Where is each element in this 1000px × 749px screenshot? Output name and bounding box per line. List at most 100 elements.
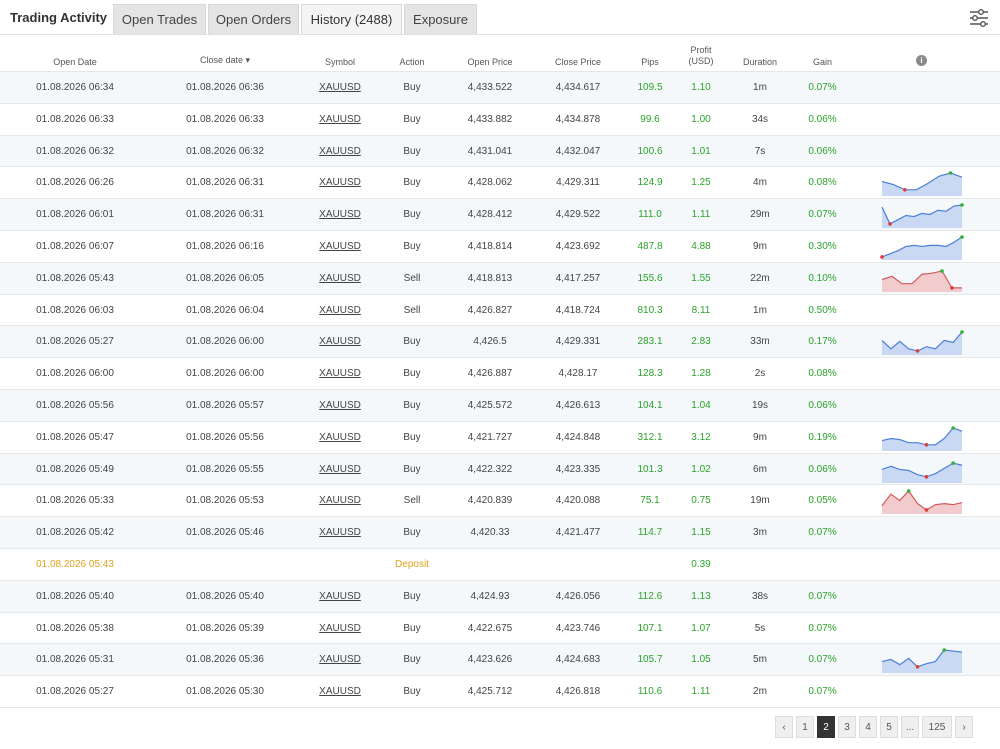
cell-gain: 0.06% xyxy=(808,113,837,125)
cell-close-price: 4,423.746 xyxy=(555,622,601,634)
cell-open-date: 01.08.2026 05:42 xyxy=(36,527,114,539)
cell-open-price: 4,421.727 xyxy=(467,431,513,443)
cell-symbol[interactable]: XAUUSD xyxy=(300,72,380,103)
cell-profit: 1.10 xyxy=(691,82,711,93)
cell-profit: 1.01 xyxy=(691,145,711,157)
cell-duration: 1m xyxy=(753,304,767,316)
cell-pips: 283.1 xyxy=(637,336,663,348)
cell-symbol[interactable]: XAUUSD xyxy=(300,485,380,516)
cell-profit: 8.11 xyxy=(691,304,711,316)
pagination: ‹ 1 2 3 4 5... 125 › xyxy=(0,716,1000,738)
cell-gain: 0.07% xyxy=(808,82,837,93)
pagination-page-button[interactable]: 3 xyxy=(838,716,856,738)
cell-action: Buy xyxy=(403,177,421,189)
cell-symbol[interactable]: XAUUSD xyxy=(300,326,380,357)
cell-action: Deposit xyxy=(395,559,429,570)
tab-open-trades[interactable]: Open Trades xyxy=(113,4,206,34)
cell-symbol[interactable]: XAUUSD xyxy=(300,358,380,389)
cell-symbol[interactable]: XAUUSD xyxy=(300,199,380,230)
tab-exposure[interactable]: Exposure xyxy=(404,4,477,34)
cell-open-price: 4,426.5 xyxy=(473,336,507,348)
sparkline-min-marker xyxy=(950,285,954,290)
cell-duration: 29m xyxy=(750,209,770,221)
cell-close-price: 4,421.477 xyxy=(555,527,601,539)
sparkline-min-marker xyxy=(903,188,907,192)
cell-pips: 75.1 xyxy=(640,495,660,507)
cell-symbol[interactable]: XAUUSD xyxy=(300,167,380,198)
cell-close-price: 4,423.692 xyxy=(555,241,601,252)
cell-open-date: 01.08.2026 05:43 xyxy=(36,559,114,570)
cell-symbol[interactable]: XAUUSD xyxy=(300,422,380,453)
tab-history[interactable]: History (2488) xyxy=(301,4,402,34)
cell-symbol[interactable]: XAUUSD xyxy=(300,613,380,644)
cell-symbol[interactable]: XAUUSD xyxy=(300,136,380,167)
trade-sparkline-chart xyxy=(881,171,963,197)
cell-gain: 0.06% xyxy=(808,145,837,157)
cell-open-price xyxy=(450,549,530,580)
cell-open-price: 4,418.814 xyxy=(467,241,513,252)
pagination-prev-button[interactable]: ‹ xyxy=(775,716,793,738)
cell-symbol[interactable]: XAUUSD xyxy=(300,295,380,326)
cell-gain xyxy=(800,549,845,580)
sparkline-max-marker xyxy=(960,203,964,207)
pagination-page-button[interactable]: 4 xyxy=(859,716,877,738)
cell-symbol[interactable]: XAUUSD xyxy=(300,390,380,421)
cell-open-price: 4,422.675 xyxy=(467,622,513,634)
cell-gain: 0.07% xyxy=(808,590,837,602)
col-profit[interactable]: Profit (USD) xyxy=(681,38,721,74)
cell-symbol[interactable]: XAUUSD xyxy=(300,676,380,707)
cell-duration: 33m xyxy=(750,336,770,348)
table-row: 01.08.2026 06:26 01.08.2026 06:31 XAUUSD Bu… xyxy=(0,167,1000,200)
cell-symbol[interactable]: XAUUSD xyxy=(300,263,380,294)
cell-duration: 9m xyxy=(753,241,767,252)
cell-gain: 0.06% xyxy=(808,463,837,475)
tab-open-orders[interactable]: Open Orders xyxy=(208,4,299,34)
cell-gain: 0.07% xyxy=(808,622,837,634)
cell-profit: 1.55 xyxy=(691,272,711,284)
cell-profit: 1.28 xyxy=(691,368,711,380)
cell-profit: 1.11 xyxy=(691,209,711,221)
cell-symbol[interactable]: XAUUSD xyxy=(300,454,380,485)
cell-action: Buy xyxy=(403,241,421,252)
cell-action: Buy xyxy=(403,431,421,443)
cell-open-price: 4,425.712 xyxy=(467,686,513,698)
trade-sparkline-chart xyxy=(881,425,963,451)
top-bar: Trading Activity Open Trades Open Orders… xyxy=(0,0,1000,36)
cell-symbol[interactable]: XAUUSD xyxy=(300,644,380,675)
sparkline-max-marker xyxy=(960,235,964,239)
cell-close-price: 4,429.311 xyxy=(556,177,600,189)
sparkline-min-marker xyxy=(888,222,892,226)
cell-open-price: 4,422.322 xyxy=(467,463,513,475)
cell-close-price: 4,417.257 xyxy=(555,272,601,284)
trade-sparkline-chart xyxy=(881,203,964,229)
cell-symbol[interactable]: XAUUSD xyxy=(300,581,380,612)
cell-pips: 107.1 xyxy=(637,622,663,634)
cell-open-date: 01.08.2026 05:43 xyxy=(36,272,114,284)
pagination-page-button[interactable]: 125 xyxy=(922,716,952,738)
cell-action: Buy xyxy=(403,145,421,157)
cell-pips: 111.0 xyxy=(638,209,662,221)
cell-open-date: 01.08.2026 06:32 xyxy=(36,145,114,157)
pagination-page-button[interactable]: 2 xyxy=(817,716,835,738)
cell-action: Buy xyxy=(403,654,421,666)
info-icon[interactable]: i xyxy=(916,55,927,66)
cell-open-date: 01.08.2026 05:33 xyxy=(36,495,114,507)
cell-close-price: 4,426.056 xyxy=(555,590,601,602)
cell-profit: 1.15 xyxy=(691,527,711,539)
pagination-page-button[interactable]: 1 xyxy=(796,716,814,738)
pagination-page-button[interactable]: 5 xyxy=(880,716,898,738)
settings-sliders-icon[interactable] xyxy=(968,7,990,29)
cell-close-price: 4,434.617 xyxy=(555,82,601,93)
cell-pips: 99.6 xyxy=(640,113,660,125)
sparkline-min-marker xyxy=(915,665,920,669)
cell-symbol[interactable]: XAUUSD xyxy=(300,104,380,135)
cell-profit: 1.02 xyxy=(691,463,711,475)
cell-symbol[interactable]: XAUUSD xyxy=(300,231,380,262)
cell-profit: 1.04 xyxy=(691,400,711,411)
cell-pips: 155.6 xyxy=(637,272,663,284)
table-row: 01.08.2026 06:07 01.08.2026 06:16 XAUUSD Bu… xyxy=(0,231,1000,263)
pagination-next-button[interactable]: › xyxy=(955,716,973,738)
trade-sparkline-chart xyxy=(881,489,963,515)
cell-symbol[interactable]: XAUUSD xyxy=(300,517,380,548)
table-row: 01.08.2026 05:47 01.08.2026 05:56 XAUUSD Bu… xyxy=(0,421,1000,454)
